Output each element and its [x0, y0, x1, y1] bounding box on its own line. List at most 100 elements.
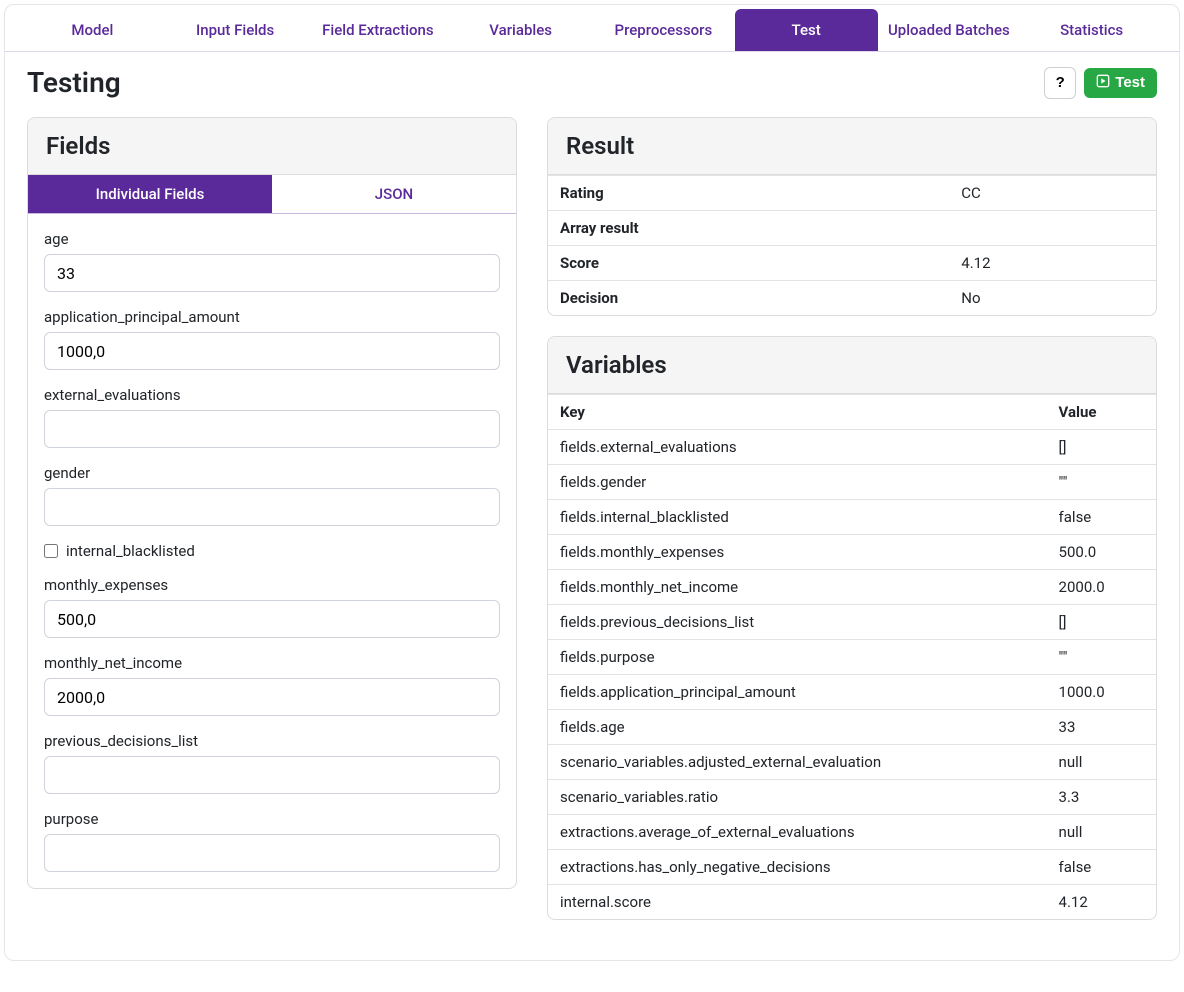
- field-label-gender: gender: [44, 464, 500, 482]
- tab-uploaded-batches[interactable]: Uploaded Batches: [878, 9, 1021, 51]
- content-columns: Fields Individual Fields JSON age applic…: [5, 113, 1179, 960]
- variables-value: null: [1047, 745, 1156, 780]
- variables-value: []: [1047, 605, 1156, 640]
- tab-field-extractions[interactable]: Field Extractions: [307, 9, 450, 51]
- variables-key: internal.score: [548, 885, 1047, 920]
- variables-key: fields.age: [548, 710, 1047, 745]
- variables-value: 3.3: [1047, 780, 1156, 815]
- field-label-external-evaluations: external_evaluations: [44, 386, 500, 404]
- input-external-evaluations[interactable]: [44, 410, 500, 448]
- variables-table: Key Value fields.external_evaluations[]f…: [548, 394, 1156, 919]
- variables-value: []: [1047, 430, 1156, 465]
- variables-key: fields.monthly_net_income: [548, 570, 1047, 605]
- variables-value: false: [1047, 500, 1156, 535]
- input-monthly-net-income[interactable]: [44, 678, 500, 716]
- variables-key: fields.application_principal_amount: [548, 675, 1047, 710]
- input-previous-decisions-list[interactable]: [44, 756, 500, 794]
- test-button[interactable]: Test: [1084, 68, 1157, 98]
- right-column: Result Rating CC Array result Score: [547, 117, 1157, 940]
- variables-value: 33: [1047, 710, 1156, 745]
- variables-key: extractions.average_of_external_evaluati…: [548, 815, 1047, 850]
- variables-row: fields.application_principal_amount1000.…: [548, 675, 1156, 710]
- result-card: Result Rating CC Array result Score: [547, 117, 1157, 316]
- result-value-rating: CC: [949, 176, 1156, 211]
- field-label-previous-decisions-list: previous_decisions_list: [44, 732, 500, 750]
- variables-row: fields.external_evaluations[]: [548, 430, 1156, 465]
- variables-key: fields.purpose: [548, 640, 1047, 675]
- tab-model[interactable]: Model: [21, 9, 164, 51]
- checkbox-internal-blacklisted[interactable]: [44, 544, 58, 558]
- variables-key: scenario_variables.adjusted_external_eva…: [548, 745, 1047, 780]
- result-row-rating: Rating CC: [548, 176, 1156, 211]
- variables-key: fields.previous_decisions_list: [548, 605, 1047, 640]
- fields-card: Fields Individual Fields JSON age applic…: [27, 117, 517, 889]
- test-button-label: Test: [1115, 74, 1145, 91]
- field-internal-blacklisted: internal_blacklisted: [44, 542, 500, 560]
- fields-subtabs: Individual Fields JSON: [28, 175, 516, 214]
- result-row-decision: Decision No: [548, 281, 1156, 316]
- variables-row: fields.internal_blacklistedfalse: [548, 500, 1156, 535]
- variables-value: 4.12: [1047, 885, 1156, 920]
- input-age[interactable]: [44, 254, 500, 292]
- variables-key: fields.external_evaluations: [548, 430, 1047, 465]
- field-label-age: age: [44, 230, 500, 248]
- variables-row: extractions.has_only_negative_decisionsf…: [548, 850, 1156, 885]
- variables-key: fields.internal_blacklisted: [548, 500, 1047, 535]
- tab-variables[interactable]: Variables: [449, 9, 592, 51]
- input-gender[interactable]: [44, 488, 500, 526]
- variables-row: extractions.average_of_external_evaluati…: [548, 815, 1156, 850]
- variables-row: internal.score4.12: [548, 885, 1156, 920]
- field-external-evaluations: external_evaluations: [44, 386, 500, 448]
- input-monthly-expenses[interactable]: [44, 600, 500, 638]
- field-age: age: [44, 230, 500, 292]
- variables-card: Variables Key Value fields.external_eval…: [547, 336, 1157, 920]
- result-label-array-result: Array result: [548, 211, 949, 246]
- field-label-monthly-net-income: monthly_net_income: [44, 654, 500, 672]
- variables-row: fields.gender"": [548, 465, 1156, 500]
- subtab-individual-fields[interactable]: Individual Fields: [28, 175, 272, 213]
- field-label-monthly-expenses: monthly_expenses: [44, 576, 500, 594]
- variables-value: 1000.0: [1047, 675, 1156, 710]
- main-tabs: ModelInput FieldsField ExtractionsVariab…: [5, 5, 1179, 52]
- fields-card-title: Fields: [28, 118, 516, 175]
- variables-card-title: Variables: [548, 337, 1156, 394]
- tab-statistics[interactable]: Statistics: [1020, 9, 1163, 51]
- variables-row: fields.monthly_expenses500.0: [548, 535, 1156, 570]
- result-label-rating: Rating: [548, 176, 949, 211]
- page-title: Testing: [27, 66, 1044, 99]
- app-window: ModelInput FieldsField ExtractionsVariab…: [4, 4, 1180, 961]
- variables-key: extractions.has_only_negative_decisions: [548, 850, 1047, 885]
- variables-row: fields.age33: [548, 710, 1156, 745]
- tab-input-fields[interactable]: Input Fields: [164, 9, 307, 51]
- field-monthly-expenses: monthly_expenses: [44, 576, 500, 638]
- variables-value: null: [1047, 815, 1156, 850]
- variables-key: fields.gender: [548, 465, 1047, 500]
- input-application-principal-amount[interactable]: [44, 332, 500, 370]
- result-row-score: Score 4.12: [548, 246, 1156, 281]
- play-icon: [1096, 74, 1110, 92]
- variables-value: "": [1047, 465, 1156, 500]
- result-card-title: Result: [548, 118, 1156, 175]
- subtab-json[interactable]: JSON: [272, 175, 516, 213]
- variables-header-value: Value: [1047, 395, 1156, 430]
- field-purpose: purpose: [44, 810, 500, 872]
- result-label-score: Score: [548, 246, 949, 281]
- tab-preprocessors[interactable]: Preprocessors: [592, 9, 735, 51]
- result-table: Rating CC Array result Score 4.12 Dec: [548, 175, 1156, 315]
- title-bar: Testing ? Test: [5, 52, 1179, 113]
- variables-value: false: [1047, 850, 1156, 885]
- help-button[interactable]: ?: [1044, 67, 1076, 99]
- field-application-principal-amount: application_principal_amount: [44, 308, 500, 370]
- variables-row: scenario_variables.adjusted_external_eva…: [548, 745, 1156, 780]
- field-previous-decisions-list: previous_decisions_list: [44, 732, 500, 794]
- field-gender: gender: [44, 464, 500, 526]
- variables-key: fields.monthly_expenses: [548, 535, 1047, 570]
- variables-row: fields.purpose"": [548, 640, 1156, 675]
- result-value-score: 4.12: [949, 246, 1156, 281]
- result-row-array-result: Array result: [548, 211, 1156, 246]
- input-purpose[interactable]: [44, 834, 500, 872]
- field-label-internal-blacklisted: internal_blacklisted: [66, 542, 195, 560]
- field-monthly-net-income: monthly_net_income: [44, 654, 500, 716]
- tab-test[interactable]: Test: [735, 9, 878, 51]
- result-label-decision: Decision: [548, 281, 949, 316]
